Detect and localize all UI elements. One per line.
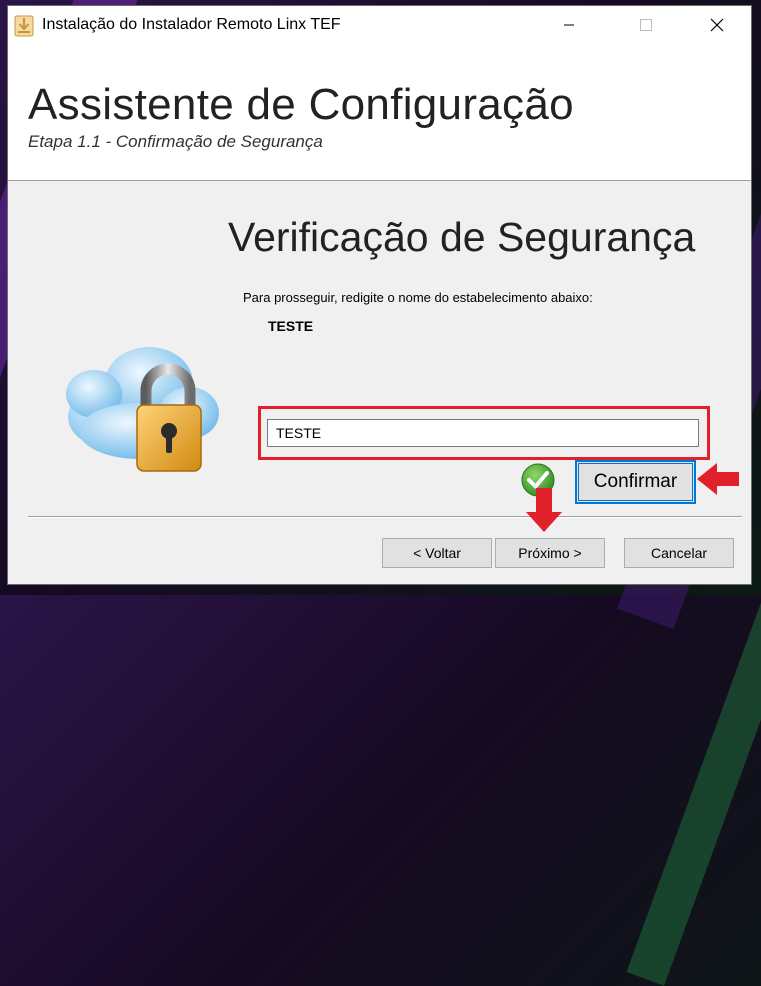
cloud-padlock-icon <box>66 347 219 472</box>
installer-icon <box>14 15 34 37</box>
close-button[interactable] <box>694 6 740 44</box>
annotation-arrow-down-icon <box>526 488 562 532</box>
wizard-step: Etapa 1.1 - Confirmação de Segurança <box>28 132 323 151</box>
footer-divider <box>28 516 742 518</box>
minimize-button[interactable] <box>546 6 592 44</box>
wizard-header: Assistente de Configuração Etapa 1.1 - C… <box>8 44 751 181</box>
next-button[interactable]: Próximo > <box>495 538 605 568</box>
establishment-name-input[interactable] <box>267 419 699 447</box>
instruction-text: Para prosseguir, redigite o nome do esta… <box>243 290 593 305</box>
title-bar[interactable]: Instalação do Instalador Remoto Linx TEF <box>8 6 751 44</box>
establishment-name: TESTE <box>268 318 314 334</box>
cancel-button[interactable]: Cancelar <box>624 538 734 568</box>
window-title: Instalação do Instalador Remoto Linx TEF <box>42 16 341 33</box>
annotation-arrow-left-icon <box>697 463 739 495</box>
confirm-button[interactable]: Confirmar <box>575 460 696 504</box>
maximize-icon <box>640 19 652 31</box>
page-title: Verificação de Segurança <box>228 214 696 260</box>
wizard-title: Assistente de Configuração <box>28 80 574 129</box>
maximize-button[interactable] <box>623 6 669 44</box>
close-icon <box>710 18 724 32</box>
back-button[interactable]: < Voltar <box>382 538 492 568</box>
installer-window: Instalação do Instalador Remoto Linx TEF… <box>7 5 752 585</box>
minimize-icon <box>564 24 574 26</box>
